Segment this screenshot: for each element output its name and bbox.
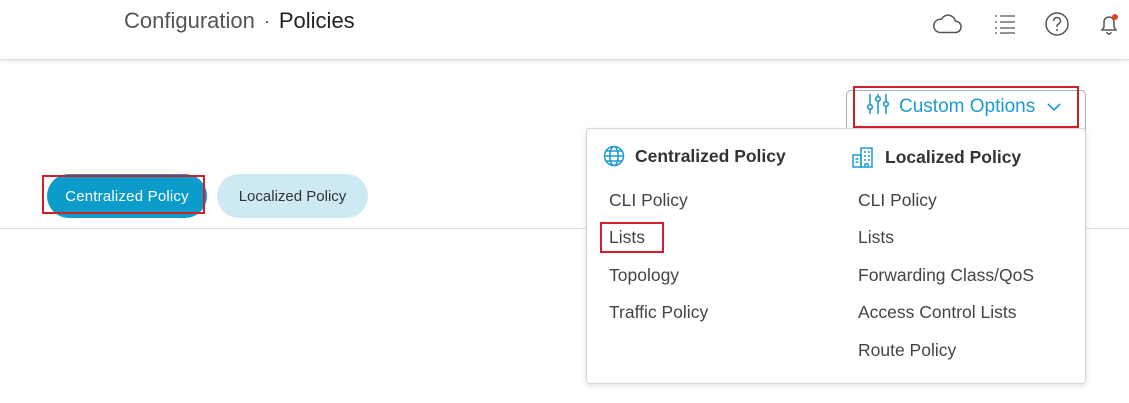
notification-dot xyxy=(1112,14,1118,20)
menu-item-centralized-lists[interactable]: Lists xyxy=(609,227,645,248)
localized-policy-heading: Localized Policy xyxy=(851,145,1021,169)
tab-centralized-policy-label: Centralized Policy xyxy=(65,187,189,205)
menu-item-localized-access-control-lists[interactable]: Access Control Lists xyxy=(858,302,1017,323)
page-header: Configuration · Policies xyxy=(0,0,1129,60)
custom-options-dropdown: Centralized Policy Localized Policy xyxy=(586,128,1086,384)
help-icon[interactable] xyxy=(1042,9,1072,39)
cloud-icon[interactable] xyxy=(932,9,962,39)
tab-localized-policy[interactable]: Localized Policy xyxy=(217,174,368,218)
localized-heading-label: Localized Policy xyxy=(885,146,1022,167)
menu-item-centralized-cli-policy[interactable]: CLI Policy xyxy=(609,190,688,211)
custom-options-button[interactable]: Custom Options xyxy=(853,86,1079,128)
tab-localized-policy-label: Localized Policy xyxy=(238,187,347,205)
tab-centralized-policy[interactable]: Centralized Policy xyxy=(47,174,207,218)
breadcrumb-separator: · xyxy=(263,10,270,31)
building-icon xyxy=(851,145,875,169)
bell-icon[interactable] xyxy=(1094,9,1124,39)
page-title: Policies xyxy=(278,8,355,33)
menu-item-localized-forwarding-class-qos[interactable]: Forwarding Class/QoS xyxy=(858,265,1034,286)
menu-item-localized-lists[interactable]: Lists xyxy=(858,227,894,248)
centralized-policy-heading: Centralized Policy xyxy=(603,145,786,167)
list-icon[interactable] xyxy=(990,9,1020,39)
custom-options-icon xyxy=(866,92,890,122)
menu-item-centralized-traffic-policy[interactable]: Traffic Policy xyxy=(609,302,708,323)
custom-options-label: Custom Options xyxy=(899,96,1036,117)
centralized-heading-label: Centralized Policy xyxy=(635,145,786,166)
globe-icon xyxy=(603,145,625,167)
menu-item-localized-route-policy[interactable]: Route Policy xyxy=(858,340,956,361)
menu-item-localized-cli-policy[interactable]: CLI Policy xyxy=(858,190,937,211)
breadcrumb-configuration[interactable]: Configuration xyxy=(124,8,255,34)
chevron-down-icon xyxy=(1047,96,1061,118)
menu-item-centralized-topology[interactable]: Topology xyxy=(609,265,679,286)
breadcrumb: Configuration · Policies xyxy=(124,8,355,34)
